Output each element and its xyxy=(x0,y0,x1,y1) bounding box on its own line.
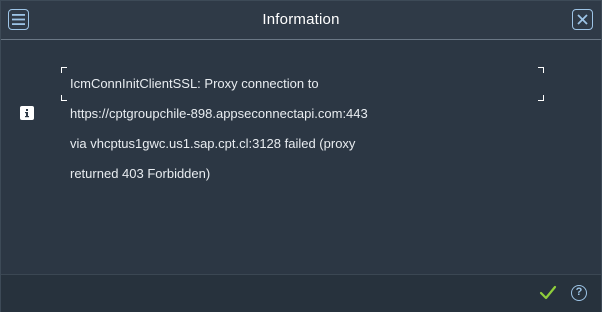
information-dialog: Information IcmConnInitClientSSL: Proxy … xyxy=(0,0,602,312)
dialog-footer: ? xyxy=(1,274,601,312)
close-icon xyxy=(577,14,588,25)
message-line: via vhcptus1gwc.us1.sap.cpt.cl:3128 fail… xyxy=(70,136,356,151)
focus-corner xyxy=(61,67,67,73)
dialog-title: Information xyxy=(262,11,340,28)
dialog-body: IcmConnInitClientSSL: Proxy connection t… xyxy=(1,40,601,274)
checkmark-icon xyxy=(539,285,557,300)
focus-corner xyxy=(538,95,544,101)
message-line: https://cptgroupchile-898.appseconnectap… xyxy=(70,106,368,121)
focus-corner xyxy=(61,95,67,101)
info-icon xyxy=(20,106,34,120)
focus-corner xyxy=(538,67,544,73)
close-button[interactable] xyxy=(572,9,593,30)
message-line: returned 403 Forbidden) xyxy=(70,166,211,181)
help-button[interactable]: ? xyxy=(571,285,587,301)
ok-button[interactable] xyxy=(539,284,557,302)
message-line: IcmConnInitClientSSL: Proxy connection t… xyxy=(70,76,319,91)
dialog-header: Information xyxy=(1,1,601,40)
